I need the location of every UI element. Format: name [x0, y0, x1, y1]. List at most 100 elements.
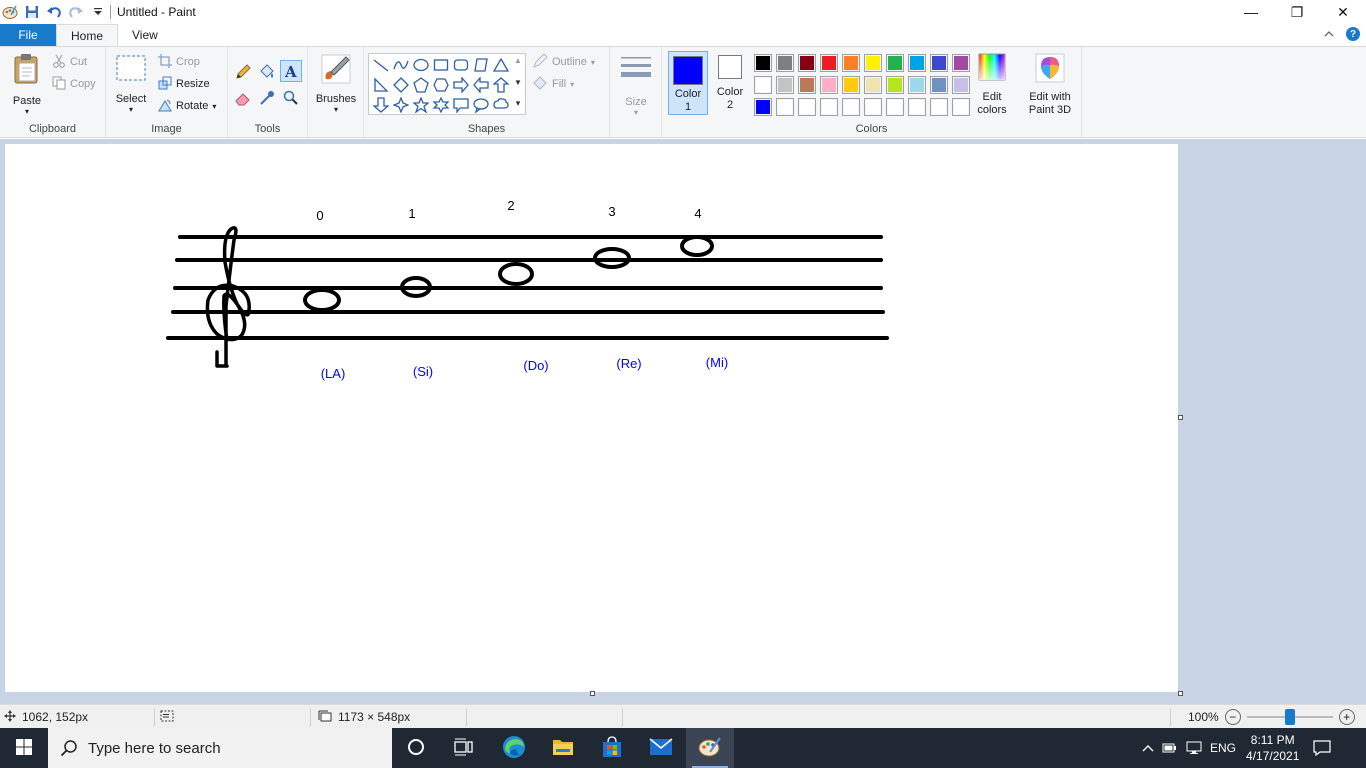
line-shape-icon[interactable] — [372, 56, 390, 74]
six-point-star-shape-icon[interactable] — [432, 96, 450, 114]
palette-color-swatch[interactable] — [864, 98, 882, 116]
left-arrow-shape-icon[interactable] — [472, 76, 490, 94]
palette-color-swatch[interactable] — [754, 98, 772, 116]
shapes-scroll-down-icon[interactable]: ▼ — [512, 78, 524, 87]
hexagon-shape-icon[interactable] — [432, 76, 450, 94]
tab-view[interactable]: View — [118, 24, 172, 46]
notifications-icon[interactable] — [1313, 740, 1332, 756]
palette-color-swatch[interactable] — [952, 98, 970, 116]
tab-file[interactable]: File — [0, 24, 56, 46]
palette-color-swatch[interactable] — [754, 76, 772, 94]
palette-color-swatch[interactable] — [842, 98, 860, 116]
cortana-button[interactable] — [392, 728, 440, 768]
five-point-star-shape-icon[interactable] — [412, 96, 430, 114]
palette-color-swatch[interactable] — [776, 98, 794, 116]
rounded-rectangle-shape-icon[interactable] — [452, 56, 470, 74]
input-language[interactable]: ENG — [1210, 741, 1236, 755]
customize-toolbar-dropdown-icon[interactable] — [90, 4, 106, 20]
triangle-shape-icon[interactable] — [492, 56, 510, 74]
mail-taskbar-button[interactable] — [637, 728, 685, 768]
polygon-shape-icon[interactable] — [472, 56, 490, 74]
palette-color-swatch[interactable] — [886, 98, 904, 116]
start-button[interactable] — [0, 728, 48, 768]
palette-color-swatch[interactable] — [798, 98, 816, 116]
right-triangle-shape-icon[interactable] — [372, 76, 390, 94]
paint-taskbar-button[interactable] — [686, 728, 734, 768]
clock[interactable]: 8:11 PM 4/17/2021 — [1246, 732, 1299, 764]
palette-color-swatch[interactable] — [952, 76, 970, 94]
canvas-resize-handle-corner[interactable] — [1178, 691, 1183, 696]
four-point-star-shape-icon[interactable] — [392, 96, 410, 114]
up-arrow-shape-icon[interactable] — [492, 76, 510, 94]
task-view-button[interactable] — [440, 728, 488, 768]
canvas-resize-handle-right[interactable] — [1178, 415, 1183, 420]
diamond-shape-icon[interactable] — [392, 76, 410, 94]
edit-colors-button[interactable]: Edit colors — [974, 53, 1010, 117]
palette-color-swatch[interactable] — [864, 76, 882, 94]
paint-app-icon[interactable] — [2, 4, 18, 20]
pencil-icon[interactable] — [234, 63, 252, 84]
oval-callout-shape-icon[interactable] — [472, 96, 490, 114]
show-hidden-icons-chevron-icon[interactable] — [1142, 744, 1154, 752]
curve-shape-icon[interactable] — [392, 56, 410, 74]
minimize-button[interactable]: — — [1228, 0, 1274, 24]
fill-bucket-icon[interactable] — [258, 63, 276, 84]
edit-with-paint3d-button[interactable]: Edit with Paint 3D — [1024, 53, 1076, 117]
right-arrow-shape-icon[interactable] — [452, 76, 470, 94]
taskbar-search-box[interactable]: Type here to search — [48, 728, 392, 768]
palette-color-swatch[interactable] — [842, 76, 860, 94]
palette-color-swatch[interactable] — [820, 98, 838, 116]
resize-button[interactable]: Resize — [158, 74, 210, 94]
zoom-in-icon[interactable]: + — [1338, 709, 1355, 725]
file-explorer-taskbar-button[interactable] — [539, 728, 587, 768]
maximize-button[interactable]: ❐ — [1274, 0, 1320, 24]
palette-color-swatch[interactable] — [776, 54, 794, 72]
store-taskbar-button[interactable] — [588, 728, 636, 768]
color1-button[interactable]: Color 1 — [668, 51, 708, 115]
help-icon[interactable]: ? — [1346, 27, 1360, 41]
shapes-expand-icon[interactable]: ▾ — [512, 98, 524, 109]
text-tool-icon[interactable]: A — [280, 60, 302, 82]
palette-color-swatch[interactable] — [798, 54, 816, 72]
brushes-button[interactable]: Brushes ▾ — [316, 53, 356, 114]
eraser-icon[interactable] — [234, 89, 252, 110]
palette-color-swatch[interactable] — [754, 54, 772, 72]
edge-taskbar-button[interactable] — [490, 728, 538, 768]
drawing-canvas[interactable]: 0 1 2 3 4 (LA) (Si) (Do) (Re) (Mi) — [5, 144, 1178, 692]
palette-color-swatch[interactable] — [776, 76, 794, 94]
close-button[interactable]: ✕ — [1320, 0, 1366, 24]
tab-home[interactable]: Home — [56, 24, 119, 46]
color2-button[interactable]: Color 2 — [712, 55, 748, 112]
zoom-slider[interactable] — [1246, 709, 1333, 725]
down-arrow-shape-icon[interactable] — [372, 96, 390, 114]
palette-color-swatch[interactable] — [886, 76, 904, 94]
palette-color-swatch[interactable] — [864, 54, 882, 72]
rectangle-callout-shape-icon[interactable] — [452, 96, 470, 114]
palette-color-swatch[interactable] — [842, 54, 860, 72]
palette-color-swatch[interactable] — [886, 54, 904, 72]
shapes-scroll-up-icon[interactable]: ▲ — [512, 56, 524, 65]
undo-icon[interactable] — [46, 4, 62, 20]
oval-shape-icon[interactable] — [412, 56, 430, 74]
zoom-slider-thumb[interactable] — [1284, 709, 1295, 725]
palette-color-swatch[interactable] — [930, 98, 948, 116]
pentagon-shape-icon[interactable] — [412, 76, 430, 94]
paste-button[interactable]: Paste ▾ — [8, 53, 46, 116]
cloud-callout-shape-icon[interactable] — [492, 96, 510, 114]
save-icon[interactable] — [24, 4, 40, 20]
palette-color-swatch[interactable] — [820, 76, 838, 94]
palette-color-swatch[interactable] — [820, 54, 838, 72]
palette-color-swatch[interactable] — [908, 54, 926, 72]
palette-color-swatch[interactable] — [908, 98, 926, 116]
palette-color-swatch[interactable] — [908, 76, 926, 94]
collapse-ribbon-icon[interactable] — [1324, 27, 1334, 41]
select-button[interactable]: Select ▾ — [112, 53, 150, 114]
canvas-resize-handle-bottom[interactable] — [590, 691, 595, 696]
network-icon[interactable] — [1186, 741, 1202, 755]
color-picker-icon[interactable] — [258, 89, 276, 110]
battery-icon[interactable] — [1162, 742, 1178, 754]
palette-color-swatch[interactable] — [952, 54, 970, 72]
palette-color-swatch[interactable] — [930, 76, 948, 94]
rotate-button[interactable]: Rotate ▾ — [158, 96, 216, 116]
rectangle-shape-icon[interactable] — [432, 56, 450, 74]
